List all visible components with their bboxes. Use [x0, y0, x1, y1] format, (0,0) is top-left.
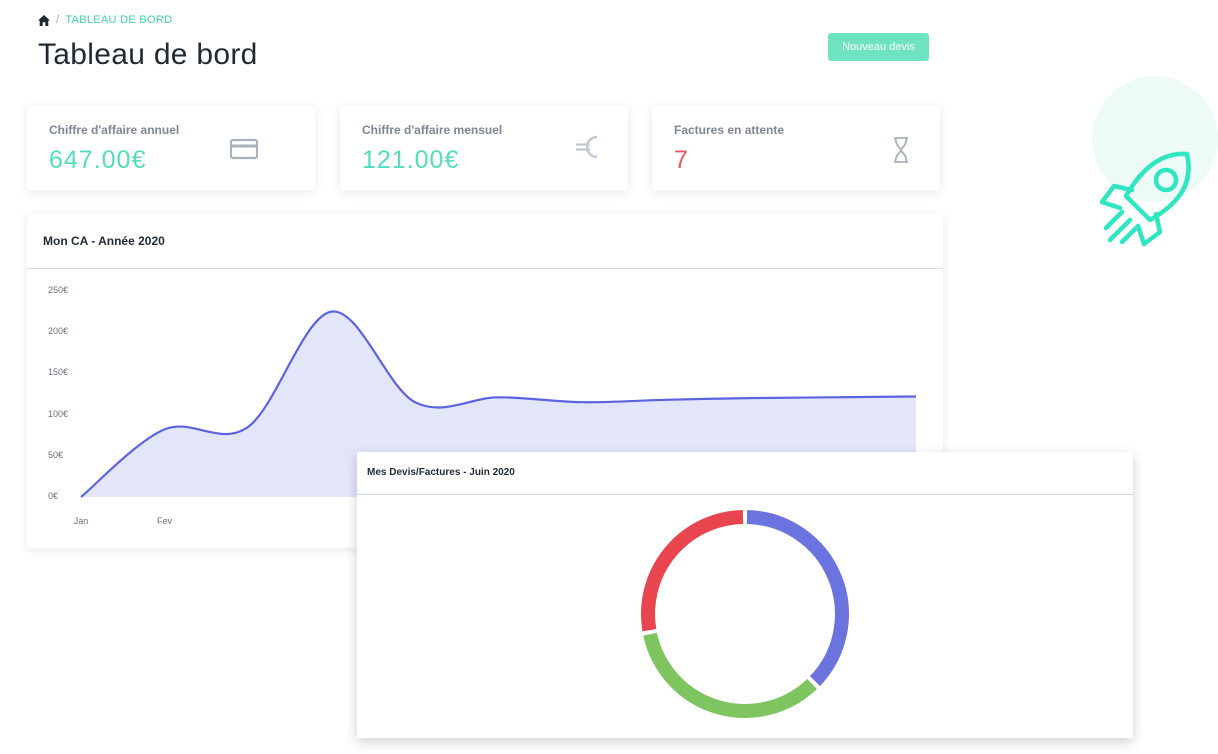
donut-slice-0[interactable]	[746, 510, 849, 686]
credit-card-icon	[229, 138, 259, 165]
stat-label: Chiffre d'affaire mensuel	[362, 123, 503, 137]
stat-value: 7	[674, 146, 689, 174]
new-quote-button[interactable]: Nouveau devis	[828, 33, 929, 61]
stat-value: 121.00€	[362, 146, 460, 174]
stat-value: 647.00€	[49, 146, 147, 174]
donut-slice-1[interactable]	[643, 632, 817, 718]
stat-card-annual-revenue: Chiffre d'affaire annuel 647.00€	[27, 106, 315, 190]
stat-label: Factures en attente	[674, 123, 785, 137]
quotes-donut-chart	[641, 510, 849, 718]
stat-card-monthly-revenue: Chiffre d'affaire mensuel 121.00€	[340, 106, 628, 190]
rocket-icon	[1092, 146, 1204, 259]
stat-label: Chiffre d'affaire annuel	[49, 123, 180, 137]
hourglass-icon	[892, 137, 910, 168]
breadcrumb: / TABLEAU DE BORD	[38, 14, 172, 26]
quotes-chart-card: Mes Devis/Factures - Juin 2020	[357, 452, 1133, 738]
euro-icon	[574, 132, 600, 167]
donut-slice-2[interactable]	[641, 510, 744, 632]
breadcrumb-current[interactable]: TABLEAU DE BORD	[65, 14, 172, 26]
stat-card-pending-invoices: Factures en attente 7	[652, 106, 940, 190]
home-icon[interactable]	[38, 14, 50, 26]
page-title: Tableau de bord	[38, 38, 258, 71]
breadcrumb-separator: /	[56, 14, 60, 26]
